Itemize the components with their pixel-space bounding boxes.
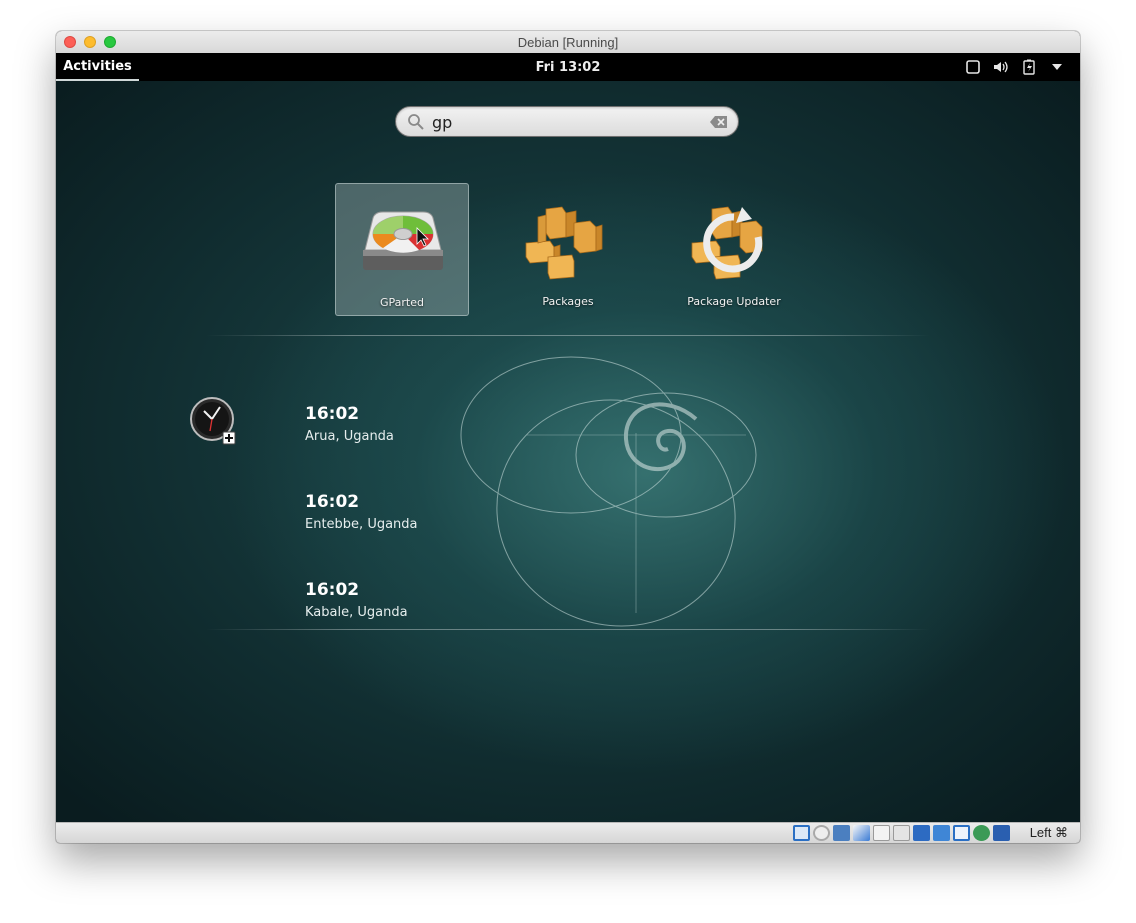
search-box[interactable] (395, 106, 739, 137)
close-window-button[interactable] (64, 36, 76, 48)
search-icon (408, 114, 424, 130)
shared-folders-icon[interactable] (893, 825, 910, 841)
host-key-label: Left ⌘ (1029, 825, 1068, 840)
packages-icon (525, 206, 603, 280)
chevron-down-icon[interactable] (1048, 58, 1066, 76)
virtualbox-window: Debian [Running] Activities Fri 13:02 gp… (56, 31, 1080, 843)
status-icons (793, 825, 1010, 841)
activities-button[interactable]: Activities (56, 53, 139, 81)
package-updater-icon (691, 206, 763, 280)
optical-drive-icon[interactable] (813, 825, 830, 841)
clock-result-place: Kabale, Uganda (305, 605, 408, 620)
clocks-app-icon[interactable] (190, 397, 238, 445)
clock-result-time: 16:02 (305, 404, 360, 424)
app-result-package-updater[interactable]: Package Updater (667, 183, 801, 316)
app-label-package-updater: Package Updater (687, 295, 781, 308)
app-result-packages[interactable]: Packages (501, 183, 635, 316)
usb-icon[interactable] (873, 825, 890, 841)
video-capture-icon[interactable] (933, 825, 950, 841)
clear-search-icon[interactable] (710, 115, 728, 129)
window-titlebar[interactable]: Debian [Running] (56, 31, 1080, 54)
network-icon[interactable] (853, 825, 870, 841)
app-label-gparted: GParted (380, 296, 424, 309)
hard-disk-icon[interactable] (793, 825, 810, 841)
app-label-packages: Packages (542, 295, 594, 308)
gparted-icon (363, 211, 443, 270)
system-status-area[interactable] (964, 58, 1066, 76)
app-result-gparted[interactable]: GParted (335, 183, 469, 316)
volume-icon[interactable] (992, 58, 1010, 76)
screen-icon[interactable] (964, 58, 982, 76)
clock-result-time: 16:02 (305, 492, 360, 512)
maximize-window-button[interactable] (104, 36, 116, 48)
clock-result-entebbe[interactable]: 16:02 Entebbe, Uganda (305, 491, 505, 543)
mouse-integration-icon[interactable] (993, 825, 1010, 841)
clock-result-kabale[interactable]: 16:02 Kabale, Uganda (305, 579, 505, 631)
clock-result-arua[interactable]: 16:02 Arua, Uganda (305, 403, 505, 455)
display-icon[interactable] (913, 825, 930, 841)
minimize-window-button[interactable] (84, 36, 96, 48)
gnome-overview: Activities Fri 13:02 gp GParted Packages… (56, 53, 1080, 822)
gnome-top-bar: Activities Fri 13:02 (56, 53, 1080, 81)
clock-result-place: Arua, Uganda (305, 429, 394, 444)
virtualbox-status-bar: Left ⌘ (56, 822, 1080, 843)
window-title: Debian [Running] (517, 34, 619, 50)
search-input[interactable] (432, 111, 702, 133)
battery-icon[interactable] (1020, 58, 1038, 76)
clock-result-time: 16:02 (305, 580, 360, 600)
top-bar-clock[interactable]: Fri 13:02 (518, 53, 618, 81)
virtualization-icon[interactable] (953, 825, 970, 841)
guest-additions-icon[interactable] (973, 825, 990, 841)
audio-icon[interactable] (833, 825, 850, 841)
clock-result-place: Entebbe, Uganda (305, 517, 418, 532)
